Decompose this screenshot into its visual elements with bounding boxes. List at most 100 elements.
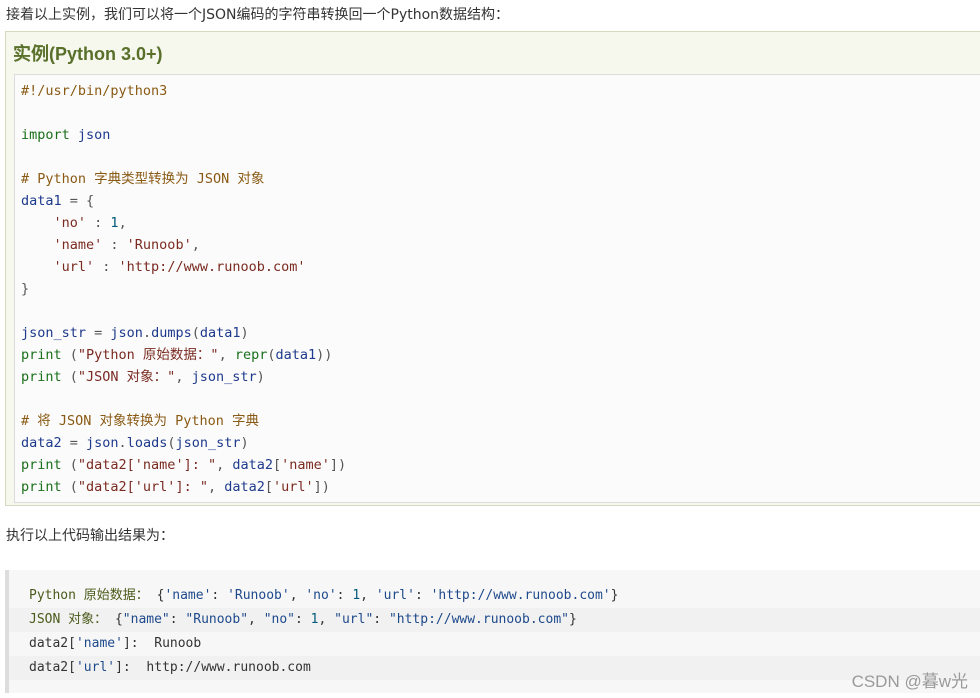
output-token: ]: Runoob bbox=[122, 636, 202, 651]
output-token: 'name' bbox=[75, 636, 123, 651]
code-token: = { bbox=[61, 193, 95, 209]
output-token: "Runoob" bbox=[185, 612, 249, 627]
code-line: print ("JSON 对象：", json_str) bbox=[21, 366, 346, 388]
code-token: ( bbox=[61, 347, 78, 363]
output-token: data2[ bbox=[29, 660, 76, 675]
code-token: data1 bbox=[199, 325, 241, 341]
code-token: 'Runoob' bbox=[126, 237, 192, 253]
code-token: print bbox=[21, 347, 62, 363]
code-token: json bbox=[69, 127, 111, 143]
code-token: , bbox=[218, 347, 235, 363]
code-token: repr bbox=[234, 347, 268, 363]
code-line: #!/usr/bin/python3 bbox=[21, 80, 346, 102]
code-token: ) bbox=[240, 435, 249, 451]
code-token: #!/usr/bin/python3 bbox=[21, 83, 168, 99]
output-token: 'no' bbox=[305, 588, 337, 603]
code-token: ) bbox=[256, 369, 265, 385]
code-token: import bbox=[21, 127, 70, 143]
code-token: ( bbox=[191, 325, 200, 341]
output-token: , bbox=[318, 612, 335, 627]
code-token: = bbox=[61, 435, 87, 451]
output-line: Python 原始数据： {'name': 'Runoob', 'no': 1,… bbox=[29, 584, 618, 608]
code-block: #!/usr/bin/python3​import json​# Python … bbox=[14, 74, 980, 503]
code-token: ]) bbox=[329, 457, 347, 473]
output-token: : bbox=[336, 588, 353, 603]
example-title: 实例(Python 3.0+) bbox=[13, 44, 163, 64]
code-line: print ("Python 原始数据：", repr(data1)) bbox=[21, 344, 346, 366]
output-token: Python 原始数据： bbox=[29, 588, 157, 603]
code-token: 'name' bbox=[281, 457, 330, 473]
code-token: json bbox=[110, 325, 143, 341]
code-line: print ("data2['name']: ", data2['name']) bbox=[21, 454, 346, 476]
output-token: "http://www.runoob.com" bbox=[388, 612, 569, 627]
code-token: , bbox=[207, 479, 225, 495]
code-line: ​ bbox=[21, 146, 346, 168]
output-token: , bbox=[248, 612, 264, 627]
output-token: 'Runoob' bbox=[227, 588, 290, 603]
code-line: ​ bbox=[21, 388, 346, 410]
code-token: 'name' bbox=[21, 237, 103, 253]
code-line: # Python 字典类型转换为 JSON 对象 bbox=[21, 168, 346, 190]
output-token: 'url' bbox=[375, 588, 415, 603]
output-token: : bbox=[211, 588, 228, 603]
code-token: "data2['name']: " bbox=[77, 457, 217, 473]
code-token: ) bbox=[240, 325, 249, 341]
code-token: : bbox=[94, 259, 119, 275]
code-token: data2 bbox=[232, 457, 273, 473]
code-token: ( bbox=[61, 457, 78, 473]
code-token: 'no' bbox=[21, 215, 87, 231]
output-token: , bbox=[289, 588, 306, 603]
code-token: [ bbox=[264, 479, 273, 495]
code-token: ]) bbox=[313, 479, 330, 495]
output-token: { bbox=[114, 612, 123, 627]
code-line: ​ bbox=[21, 300, 346, 322]
code-token: json_str bbox=[21, 325, 87, 341]
code-token: : bbox=[102, 237, 127, 253]
code-token: json bbox=[86, 435, 119, 451]
code-content: #!/usr/bin/python3​import json​# Python … bbox=[21, 80, 346, 498]
code-token: "data2['url']: " bbox=[77, 479, 208, 495]
output-token: } bbox=[610, 588, 619, 603]
code-token: json_str bbox=[175, 435, 241, 451]
code-token: loads bbox=[126, 435, 168, 451]
code-token: print bbox=[21, 369, 62, 385]
output-token: "name" bbox=[122, 612, 170, 627]
code-token: . bbox=[118, 435, 127, 451]
code-token: print bbox=[21, 479, 62, 495]
code-line: # 将 JSON 对象转换为 Python 字典 bbox=[21, 410, 346, 432]
output-token: "no" bbox=[263, 612, 296, 627]
code-token: ( bbox=[61, 479, 78, 495]
output-token: : bbox=[295, 612, 311, 627]
code-token: = bbox=[86, 325, 111, 341]
output-block: Python 原始数据： { 'name': 'Runoob', 'no': 1,… bbox=[5, 570, 980, 693]
code-line: print ("data2['url']: ", data2['url']) bbox=[21, 476, 346, 498]
code-token: , bbox=[118, 215, 127, 231]
code-token: data1 bbox=[21, 193, 62, 209]
code-token: data1 bbox=[275, 347, 317, 363]
code-token: dumps bbox=[151, 325, 192, 341]
code-line: import json bbox=[21, 124, 346, 146]
code-token: 1 bbox=[110, 215, 119, 231]
output-token: , bbox=[360, 588, 376, 603]
code-token: , bbox=[216, 457, 233, 473]
code-token: data2 bbox=[21, 435, 62, 451]
output-line: data2['name']: Runoob bbox=[29, 632, 201, 656]
code-line: data1 = { bbox=[21, 190, 346, 212]
code-token: # 将 JSON 对象转换为 Python 字典 bbox=[21, 413, 260, 429]
output-token: } bbox=[568, 612, 577, 627]
output-token: 1 bbox=[310, 612, 319, 627]
output-token: ]: http://www.runoob.com bbox=[115, 660, 311, 675]
code-token: , bbox=[191, 237, 200, 253]
output-token: 'name' bbox=[164, 588, 212, 603]
code-token: [ bbox=[272, 457, 282, 473]
code-line: } bbox=[21, 278, 346, 300]
code-token: "Python 原始数据：" bbox=[77, 347, 219, 363]
code-token: data2 bbox=[224, 479, 265, 495]
code-line: data2 = json.loads(json_str) bbox=[21, 432, 346, 454]
output-token: JSON 对象： bbox=[29, 612, 115, 627]
output-token: data2[ bbox=[29, 636, 76, 651]
output-token: : bbox=[169, 612, 186, 627]
output-token: : bbox=[373, 612, 389, 627]
code-token: . bbox=[142, 325, 152, 341]
output-token: "url" bbox=[334, 612, 374, 627]
